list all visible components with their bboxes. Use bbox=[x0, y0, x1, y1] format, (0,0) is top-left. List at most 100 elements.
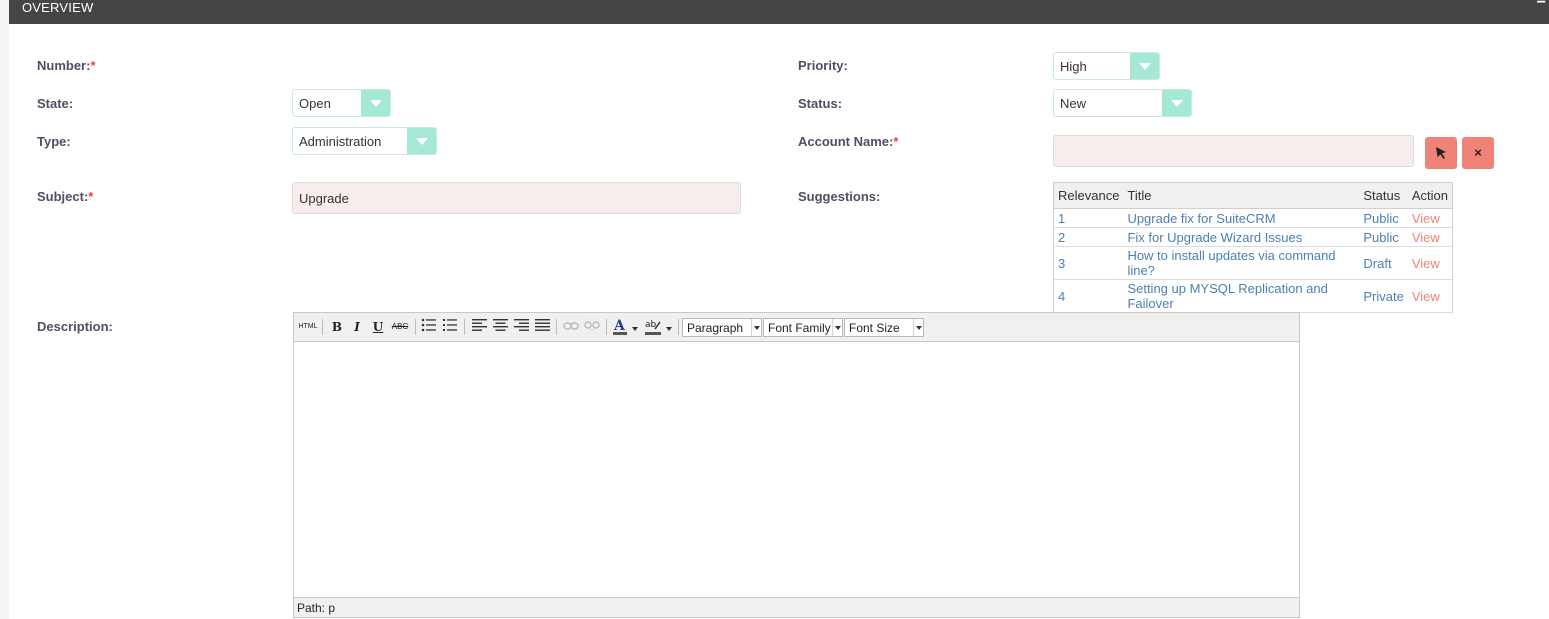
toolbar-separator bbox=[606, 319, 607, 335]
column-header-action: Action bbox=[1407, 182, 1453, 209]
paragraph-format-select[interactable]: Paragraph bbox=[682, 318, 762, 337]
account-name-label-text: Account Name: bbox=[798, 134, 894, 149]
status-cell: Public bbox=[1359, 208, 1408, 228]
title-link[interactable]: Setting up MYSQL Replication and Failove… bbox=[1123, 279, 1360, 313]
table-row: 1 Upgrade fix for SuiteCRM Public View bbox=[1053, 208, 1453, 228]
number-label: Number:* bbox=[37, 58, 96, 73]
collapse-icon[interactable]: − bbox=[1537, 0, 1546, 12]
view-link[interactable]: View bbox=[1407, 227, 1453, 247]
priority-select[interactable]: High bbox=[1053, 52, 1160, 80]
chevron-down-icon[interactable] bbox=[665, 318, 673, 336]
priority-label: Priority: bbox=[798, 58, 848, 73]
suggestions-label: Suggestions: bbox=[798, 189, 881, 204]
table-row: 4 Setting up MYSQL Replication and Failo… bbox=[1053, 279, 1453, 313]
close-icon: × bbox=[1474, 145, 1482, 160]
align-center-icon[interactable] bbox=[491, 318, 509, 336]
state-label: State: bbox=[37, 96, 74, 111]
font-size-select[interactable]: Font Size bbox=[844, 318, 924, 337]
editor-toolbar: HTML B I U ABC A ab Paragraph Font Famil… bbox=[294, 313, 1299, 342]
panel-title: OVERVIEW bbox=[22, 0, 94, 15]
font-size-value: Font Size bbox=[849, 321, 900, 335]
left-gutter bbox=[0, 0, 9, 619]
number-label-text: Number: bbox=[37, 58, 91, 73]
text-color-icon[interactable]: A bbox=[612, 318, 628, 336]
align-justify-icon[interactable] bbox=[533, 318, 551, 336]
chevron-down-icon[interactable] bbox=[361, 90, 390, 116]
toolbar-separator bbox=[415, 319, 416, 335]
svg-text:A: A bbox=[613, 318, 626, 334]
required-marker: * bbox=[893, 134, 899, 149]
title-link[interactable]: Upgrade fix for SuiteCRM bbox=[1123, 208, 1360, 228]
view-link[interactable]: View bbox=[1407, 208, 1453, 228]
column-header-relevance[interactable]: Relevance bbox=[1053, 182, 1124, 209]
editor-statusbar: Path: p bbox=[294, 597, 1299, 617]
font-family-value: Font Family bbox=[768, 321, 831, 335]
chevron-down-icon[interactable] bbox=[751, 319, 761, 336]
numbered-list-icon[interactable] bbox=[441, 318, 459, 336]
chevron-down-icon[interactable] bbox=[1162, 90, 1191, 116]
status-cell: Public bbox=[1359, 227, 1408, 247]
status-select[interactable]: New bbox=[1053, 89, 1192, 117]
subject-label-text: Subject: bbox=[37, 189, 89, 204]
suggestions-table: Relevance Title Status Action 1 Upgrade … bbox=[1053, 182, 1453, 313]
view-link[interactable]: View bbox=[1407, 279, 1453, 313]
type-select[interactable]: Administration bbox=[292, 127, 437, 155]
toolbar-separator bbox=[464, 319, 465, 335]
type-label: Type: bbox=[37, 134, 71, 149]
title-link[interactable]: How to install updates via command line? bbox=[1123, 246, 1360, 280]
bold-button[interactable]: B bbox=[330, 318, 344, 336]
italic-button[interactable]: I bbox=[350, 318, 364, 336]
status-select-value: New bbox=[1060, 96, 1087, 111]
table-row: 3 How to install updates via command lin… bbox=[1053, 246, 1453, 280]
html-source-button[interactable]: HTML bbox=[298, 318, 318, 336]
chevron-down-icon[interactable] bbox=[407, 128, 436, 154]
title-link[interactable]: Fix for Upgrade Wizard Issues bbox=[1123, 227, 1360, 247]
relevance-cell: 2 bbox=[1053, 227, 1124, 247]
underline-button[interactable]: U bbox=[371, 318, 385, 336]
subject-input-value: Upgrade bbox=[299, 191, 349, 206]
bullet-list-icon[interactable] bbox=[420, 318, 438, 336]
column-header-title[interactable]: Title bbox=[1123, 182, 1360, 209]
select-account-button[interactable] bbox=[1425, 137, 1457, 169]
chevron-down-icon[interactable] bbox=[913, 319, 923, 336]
chevron-down-icon[interactable] bbox=[1130, 53, 1159, 79]
type-select-value: Administration bbox=[299, 134, 382, 149]
cursor-icon bbox=[1436, 147, 1446, 159]
table-row: 2 Fix for Upgrade Wizard Issues Public V… bbox=[1053, 227, 1453, 247]
overview-panel-header[interactable]: OVERVIEW − bbox=[9, 0, 1549, 24]
editor-path: Path: p bbox=[297, 601, 336, 615]
strikethrough-button[interactable]: ABC bbox=[390, 318, 410, 336]
description-editor: HTML B I U ABC A ab Paragraph Font Famil… bbox=[293, 312, 1300, 618]
status-label: Status: bbox=[798, 96, 843, 111]
toolbar-separator bbox=[556, 319, 557, 335]
highlight-color-icon[interactable]: ab bbox=[644, 318, 662, 336]
required-marker: * bbox=[90, 58, 96, 73]
align-right-icon[interactable] bbox=[512, 318, 530, 336]
state-select[interactable]: Open bbox=[292, 89, 391, 117]
chevron-down-icon[interactable] bbox=[832, 319, 842, 336]
table-header-row: Relevance Title Status Action bbox=[1053, 182, 1453, 209]
relevance-cell: 1 bbox=[1053, 208, 1124, 228]
relevance-cell: 3 bbox=[1053, 246, 1124, 280]
required-marker: * bbox=[88, 189, 94, 204]
account-name-input[interactable] bbox=[1053, 135, 1414, 167]
status-cell: Private bbox=[1359, 279, 1408, 313]
column-header-status[interactable]: Status bbox=[1359, 182, 1408, 209]
description-label: Description: bbox=[37, 319, 113, 334]
status-cell: Draft bbox=[1359, 246, 1408, 280]
chevron-down-icon[interactable] bbox=[631, 318, 639, 336]
account-name-label: Account Name:* bbox=[798, 134, 898, 149]
unlink-icon[interactable] bbox=[583, 318, 601, 336]
paragraph-format-value: Paragraph bbox=[687, 321, 744, 335]
priority-select-value: High bbox=[1060, 59, 1087, 74]
subject-input[interactable]: Upgrade bbox=[292, 182, 741, 214]
editor-content-area[interactable] bbox=[294, 342, 1299, 597]
toolbar-separator bbox=[322, 319, 323, 335]
font-family-select[interactable]: Font Family bbox=[763, 318, 843, 337]
link-icon[interactable] bbox=[562, 318, 580, 336]
toolbar-separator bbox=[678, 319, 679, 335]
state-select-value: Open bbox=[299, 96, 331, 111]
align-left-icon[interactable] bbox=[470, 318, 488, 336]
view-link[interactable]: View bbox=[1407, 246, 1453, 280]
clear-account-button[interactable]: × bbox=[1462, 137, 1494, 169]
